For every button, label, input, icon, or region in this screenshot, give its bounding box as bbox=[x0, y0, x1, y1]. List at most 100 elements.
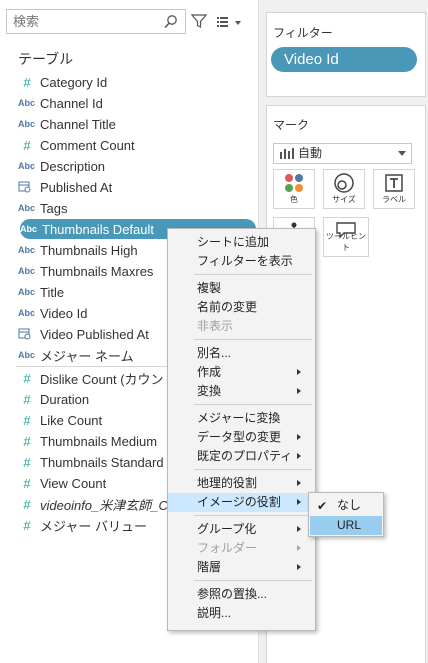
menu-item-label: フォルダー bbox=[197, 541, 258, 555]
menu-item-label: 説明... bbox=[197, 606, 232, 620]
menu-item[interactable]: 別名... bbox=[168, 344, 315, 363]
field-item[interactable]: Published At bbox=[18, 177, 256, 197]
label-button[interactable]: ラベル bbox=[373, 169, 415, 209]
field-item[interactable]: Abc Tags bbox=[18, 198, 256, 218]
bar-chart-icon bbox=[280, 148, 294, 159]
search-row bbox=[6, 9, 256, 35]
menu-item[interactable]: データ型の変更 bbox=[168, 428, 315, 447]
field-name: Published At bbox=[40, 179, 113, 195]
menu-item[interactable]: イメージの役割 bbox=[168, 493, 315, 512]
field-name: Tags bbox=[40, 200, 68, 216]
mark-type-select[interactable]: 自動 bbox=[273, 143, 412, 164]
search-input[interactable] bbox=[7, 10, 157, 33]
menu-item-label: イメージの役割 bbox=[197, 495, 281, 509]
field-item[interactable]: # Comment Count bbox=[18, 135, 256, 155]
menu-item-label: 階層 bbox=[197, 560, 222, 574]
menu-item-label: データ型の変更 bbox=[197, 430, 282, 444]
string-icon: Abc bbox=[18, 350, 36, 360]
tooltip-button[interactable]: ツールヒント bbox=[323, 217, 369, 257]
submenu-item[interactable]: URL bbox=[310, 516, 382, 535]
menu-item-label: フィルターを表示 bbox=[197, 254, 293, 268]
size-button[interactable]: サイズ bbox=[323, 169, 365, 209]
field-name: Channel Id bbox=[40, 95, 103, 111]
menu-item[interactable]: 階層 bbox=[168, 558, 315, 577]
color-icon bbox=[285, 174, 303, 192]
field-name: Thumbnails Medium bbox=[40, 433, 158, 449]
search-icon[interactable] bbox=[163, 14, 179, 30]
menu-item-label: 参照の置換... bbox=[197, 587, 268, 601]
field-name: Category Id bbox=[40, 74, 108, 90]
field-item[interactable]: Abc Channel Title bbox=[18, 114, 256, 134]
menu-item: 非表示 bbox=[168, 317, 315, 336]
menu-item-label: 非表示 bbox=[197, 319, 234, 333]
menu-item[interactable]: 複製 bbox=[168, 279, 315, 298]
text-label-icon bbox=[385, 174, 403, 192]
measure-icon: # bbox=[23, 496, 31, 512]
label-label: ラベル bbox=[382, 195, 406, 204]
filter-pill-video-id[interactable]: Video Id bbox=[271, 47, 417, 72]
menu-item[interactable]: シートに追加 bbox=[168, 233, 315, 252]
menu-item[interactable]: グループ化 bbox=[168, 520, 315, 539]
menu-separator bbox=[194, 515, 312, 516]
menu-separator bbox=[194, 580, 312, 581]
menu-item[interactable]: 変換 bbox=[168, 382, 315, 401]
field-item[interactable]: Abc Channel Id bbox=[18, 93, 256, 113]
chevron-down-icon bbox=[398, 151, 406, 156]
tooltip-label: ツールヒント bbox=[326, 232, 366, 252]
measure-icon: # bbox=[23, 517, 31, 533]
menu-item-label: 作成 bbox=[197, 365, 222, 379]
string-icon: Abc bbox=[18, 245, 36, 255]
menu-item-label: グループ化 bbox=[197, 522, 257, 536]
menu-item[interactable]: 説明... bbox=[168, 604, 315, 623]
measure-icon: # bbox=[23, 433, 31, 449]
chevron-right-icon bbox=[297, 526, 301, 532]
menu-item-label: 複製 bbox=[197, 281, 222, 295]
string-icon: Abc bbox=[18, 308, 36, 318]
field-name: Video Id bbox=[40, 305, 88, 321]
date-icon bbox=[18, 327, 40, 342]
menu-item-label: 変換 bbox=[197, 384, 222, 398]
submenu-item[interactable]: ✔ なし bbox=[310, 496, 382, 515]
menu-separator bbox=[194, 404, 312, 405]
chevron-right-icon bbox=[297, 388, 301, 394]
chevron-right-icon bbox=[297, 499, 301, 505]
menu-item[interactable]: 地理的役割 bbox=[168, 474, 315, 493]
measure-icon: # bbox=[23, 391, 31, 407]
chevron-right-icon bbox=[297, 434, 301, 440]
menu-item[interactable]: 名前の変更 bbox=[168, 298, 315, 317]
menu-item[interactable]: メジャーに変換 bbox=[168, 409, 315, 428]
menu-item[interactable]: 既定のプロパティ bbox=[168, 447, 315, 466]
date-icon bbox=[18, 180, 40, 195]
menu-separator bbox=[194, 274, 312, 275]
field-name: Like Count bbox=[40, 412, 103, 428]
menu-item-label: 地理的役割 bbox=[197, 476, 258, 490]
measure-icon: # bbox=[23, 475, 31, 491]
marks-title: マーク bbox=[273, 118, 310, 132]
field-name: Duration bbox=[40, 391, 90, 407]
field-item[interactable]: Abc Description bbox=[18, 156, 256, 176]
size-icon bbox=[334, 173, 354, 193]
menu-item: フォルダー bbox=[168, 539, 315, 558]
chevron-right-icon bbox=[297, 453, 301, 459]
search-box[interactable] bbox=[6, 9, 186, 34]
menu-item[interactable]: 参照の置換... bbox=[168, 585, 315, 604]
string-icon: Abc bbox=[18, 98, 36, 108]
menu-item[interactable]: 作成 bbox=[168, 363, 315, 382]
image-role-submenu: ✔ なし URL bbox=[308, 492, 384, 537]
field-name: Dislike Count (カウント) bbox=[40, 371, 181, 387]
field-name: メジャー バリュー bbox=[40, 518, 147, 534]
color-button[interactable]: 色 bbox=[273, 169, 315, 209]
menu-separator bbox=[194, 469, 312, 470]
filter-icon[interactable] bbox=[191, 13, 207, 29]
measure-icon: # bbox=[23, 412, 31, 428]
menu-separator bbox=[194, 339, 312, 340]
submenu-item-label: URL bbox=[337, 518, 362, 532]
field-item[interactable]: # Category Id bbox=[18, 72, 256, 92]
view-options-icon[interactable] bbox=[216, 14, 244, 30]
menu-item[interactable]: フィルターを表示 bbox=[168, 252, 315, 271]
context-menu: シートに追加フィルターを表示 複製名前の変更非表示別名... 作成変換メジャーに変換… bbox=[167, 228, 316, 631]
string-icon: Abc bbox=[18, 266, 36, 276]
measure-icon: # bbox=[23, 137, 31, 153]
field-name: Comment Count bbox=[40, 137, 135, 153]
menu-item-label: メジャーに変換 bbox=[197, 411, 281, 425]
